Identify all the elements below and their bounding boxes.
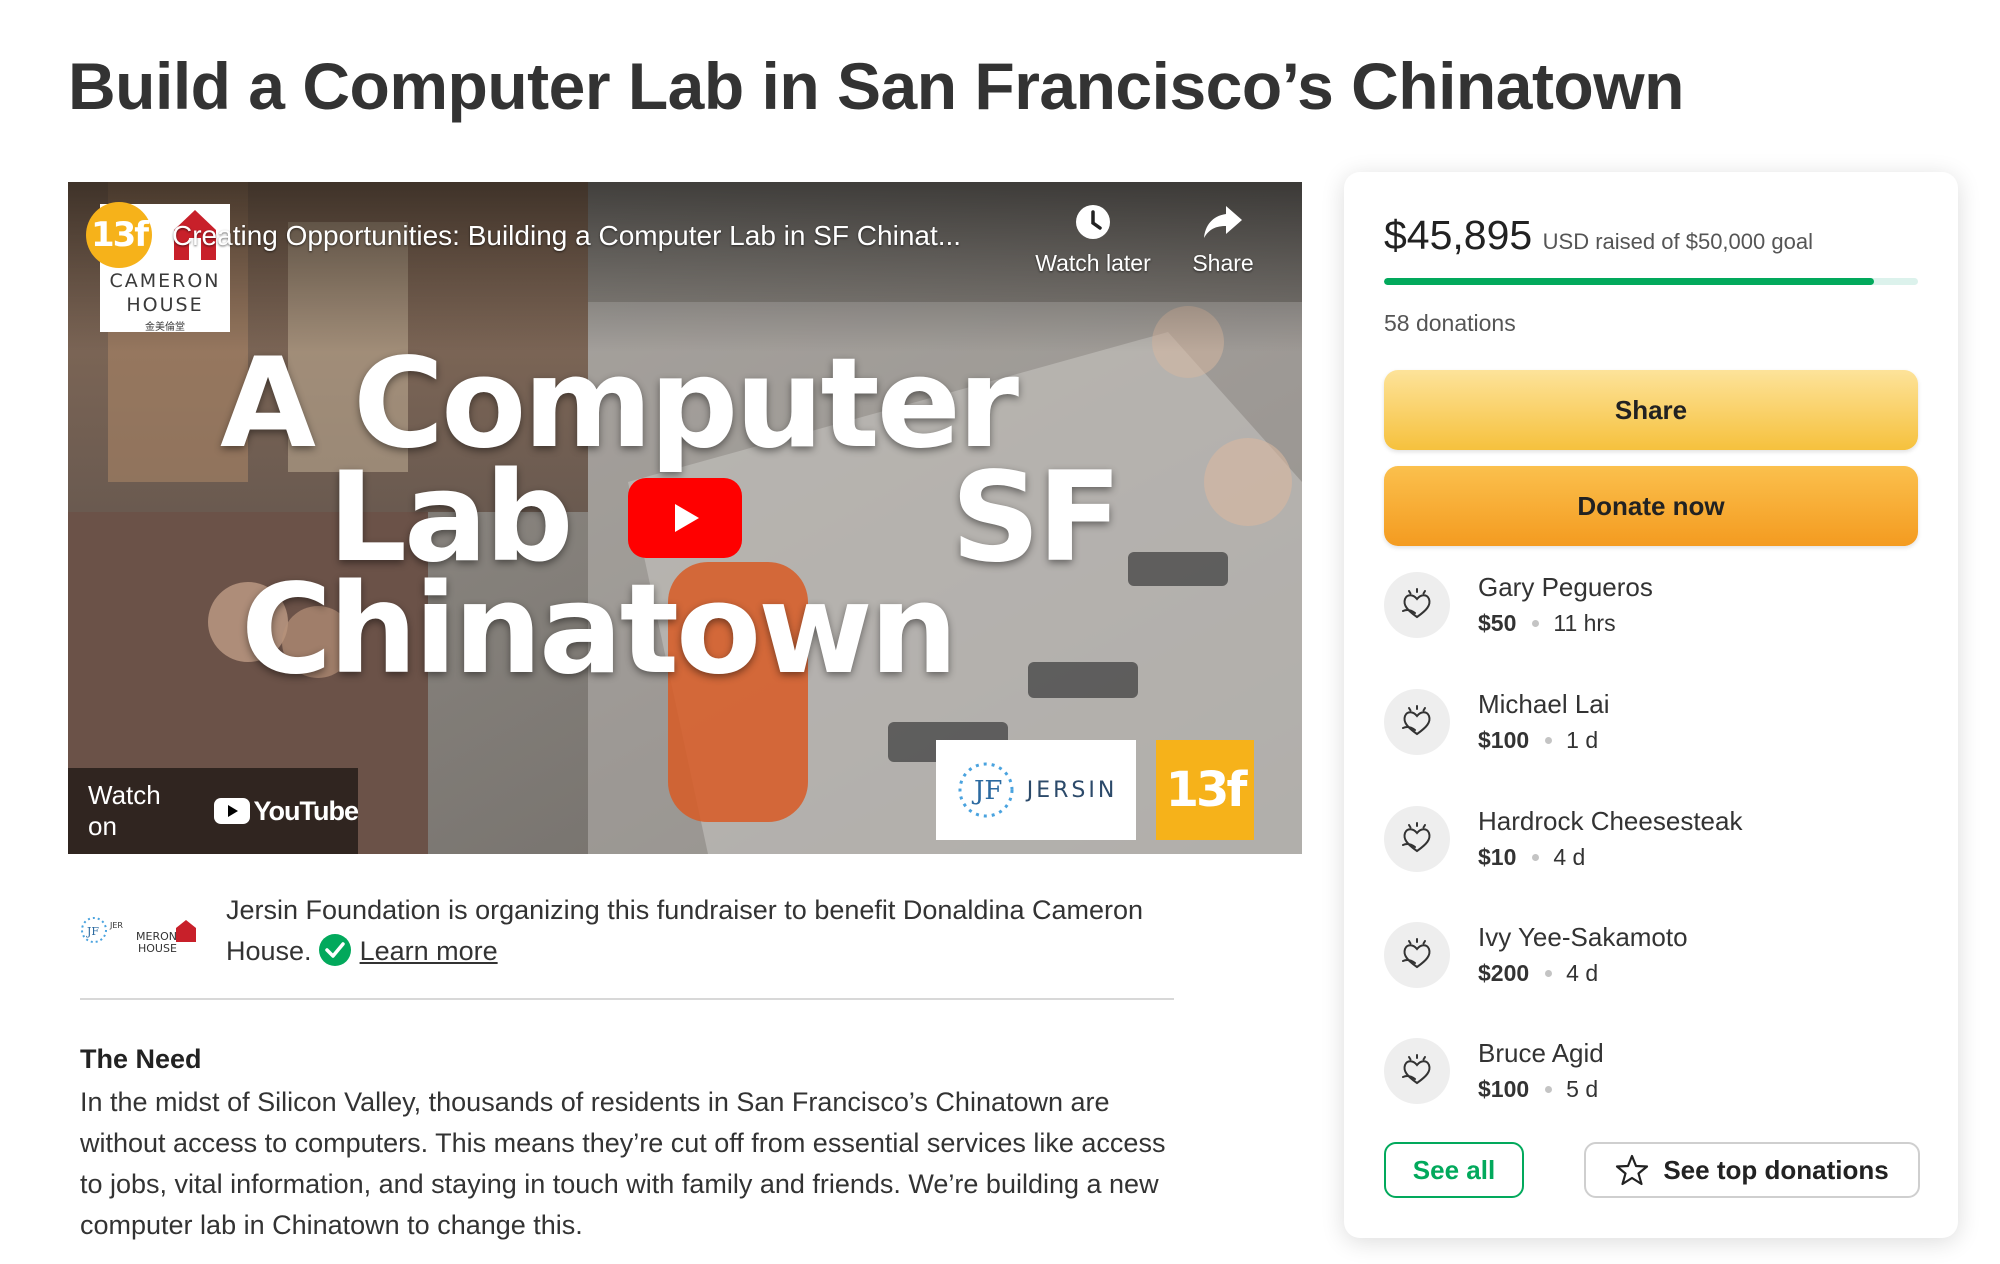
donation-card: $45,895 USD raised of $50,000 goal 58 do… (1344, 172, 1958, 1238)
donor-time: 5 d (1566, 1076, 1599, 1102)
video-player[interactable]: CAMERON HOUSE 金美倫堂 13f Creating Opportun… (68, 182, 1302, 854)
donor-avatar (1384, 572, 1450, 638)
learn-more-link[interactable]: Learn more (360, 936, 498, 966)
donor-heart-icon (1402, 705, 1431, 736)
donor-name: Ivy Yee-Sakamoto (1478, 922, 1688, 952)
donor-item: Gary Pegueros $50 11 hrs (1384, 572, 1918, 652)
channel-avatar[interactable]: 13f (86, 202, 152, 268)
separator-dot (1545, 970, 1553, 977)
jersin-foundation-badge: JF JERSIN (936, 740, 1136, 840)
progress-bar (1384, 278, 1918, 285)
story-body: In the midst of Silicon Valley, thousand… (80, 1087, 1166, 1240)
donor-avatar (1384, 806, 1450, 872)
see-top-donations-button[interactable]: See top donations (1584, 1142, 1920, 1198)
donor-heart-icon (1402, 1054, 1431, 1085)
donor-avatar (1384, 689, 1450, 755)
play-icon (675, 504, 699, 532)
donor-heart-icon (1402, 822, 1431, 853)
donor-time: 4 d (1553, 844, 1586, 870)
jersin-logo-icon: JF (958, 762, 1014, 818)
svg-text:JER: JER (109, 921, 123, 930)
donor-heart-icon (1402, 938, 1431, 969)
donor-amount: $10 (1478, 844, 1517, 870)
donation-count: 58 donations (1384, 310, 1516, 336)
share-button[interactable]: Share (1384, 370, 1918, 450)
page-title: Build a Computer Lab in San Francisco’s … (68, 49, 1684, 123)
donor-amount: $50 (1478, 610, 1517, 636)
overlay-title-line3: Chinatown (240, 558, 958, 702)
svg-text:HOUSE: HOUSE (138, 942, 177, 955)
organizer-statement: Jersin Foundation is organizing this fun… (226, 890, 1176, 972)
donor-meta: $100 1 d (1478, 727, 1598, 754)
donor-amount: $100 (1478, 1076, 1530, 1102)
donor-item: Hardrock Cheesesteak $10 4 d (1384, 806, 1918, 886)
separator-dot (1545, 1086, 1553, 1093)
star-icon (1616, 1154, 1649, 1186)
separator-dot (1532, 854, 1540, 861)
13f-badge: 13f (1156, 740, 1254, 840)
donor-meta: $200 4 d (1478, 960, 1598, 987)
separator-dot (1532, 620, 1540, 627)
verified-check-icon (318, 934, 351, 966)
story-heading: The Need (80, 1044, 202, 1074)
donor-item: Michael Lai $100 1 d (1384, 689, 1918, 769)
watch-on-youtube-link[interactable]: Watch on YouTube (68, 768, 359, 854)
watch-on-label: Watch on (88, 780, 161, 841)
youtube-icon (213, 798, 250, 824)
svg-text:JF: JF (86, 925, 99, 938)
raised-summary: $45,895 USD raised of $50,000 goal (1384, 212, 1813, 259)
donor-meta: $100 5 d (1478, 1076, 1598, 1103)
donor-time: 11 hrs (1553, 610, 1616, 636)
youtube-label: YouTube (253, 795, 359, 826)
donor-meta: $10 4 d (1478, 844, 1585, 871)
donate-now-button[interactable]: Donate now (1384, 466, 1918, 546)
video-title[interactable]: Creating Opportunities: Building a Compu… (172, 220, 961, 252)
svg-text:JF: JF (971, 776, 1002, 806)
separator-dot (1545, 737, 1553, 744)
logo-line-house: HOUSE (126, 294, 204, 316)
raised-goal-label: USD raised of $50,000 goal (1542, 229, 1813, 254)
donor-avatar (1384, 922, 1450, 988)
video-share-label: Share (1192, 250, 1254, 276)
donor-time: 4 d (1566, 960, 1599, 986)
organizer-logo: JF JER MERON HOUSE (81, 917, 196, 955)
donor-amount: $100 (1478, 727, 1530, 753)
video-share-button[interactable]: Share (1158, 200, 1288, 277)
logo-line-chinese: 金美倫堂 (145, 322, 185, 333)
donor-avatar (1384, 1038, 1450, 1104)
donor-meta: $50 11 hrs (1478, 610, 1616, 637)
donor-name: Gary Pegueros (1478, 572, 1653, 602)
youtube-logo: YouTube (213, 795, 359, 827)
raised-amount: $45,895 (1384, 212, 1533, 258)
watch-later-button[interactable]: Watch later (1028, 200, 1158, 277)
donor-time: 1 d (1566, 727, 1599, 753)
progress-fill (1384, 278, 1875, 285)
donor-name: Bruce Agid (1478, 1038, 1604, 1068)
section-divider (80, 998, 1174, 1000)
donor-item: Bruce Agid $100 5 d (1384, 1038, 1918, 1118)
clock-icon (1076, 205, 1110, 239)
share-arrow-icon (1204, 206, 1242, 238)
donor-name: Michael Lai (1478, 689, 1610, 719)
watch-later-label: Watch later (1035, 250, 1151, 276)
donor-item: Ivy Yee-Sakamoto $200 4 d (1384, 922, 1918, 1002)
donor-name: Hardrock Cheesesteak (1478, 806, 1743, 836)
see-top-donations-label: See top donations (1663, 1154, 1889, 1185)
see-all-button[interactable]: See all (1384, 1142, 1524, 1198)
play-button[interactable] (628, 478, 742, 558)
donor-amount: $200 (1478, 960, 1530, 986)
donor-heart-icon (1402, 588, 1431, 619)
jersin-badge-label: JERSIN (1026, 777, 1118, 803)
logo-line-cameron: CAMERON (109, 270, 221, 292)
